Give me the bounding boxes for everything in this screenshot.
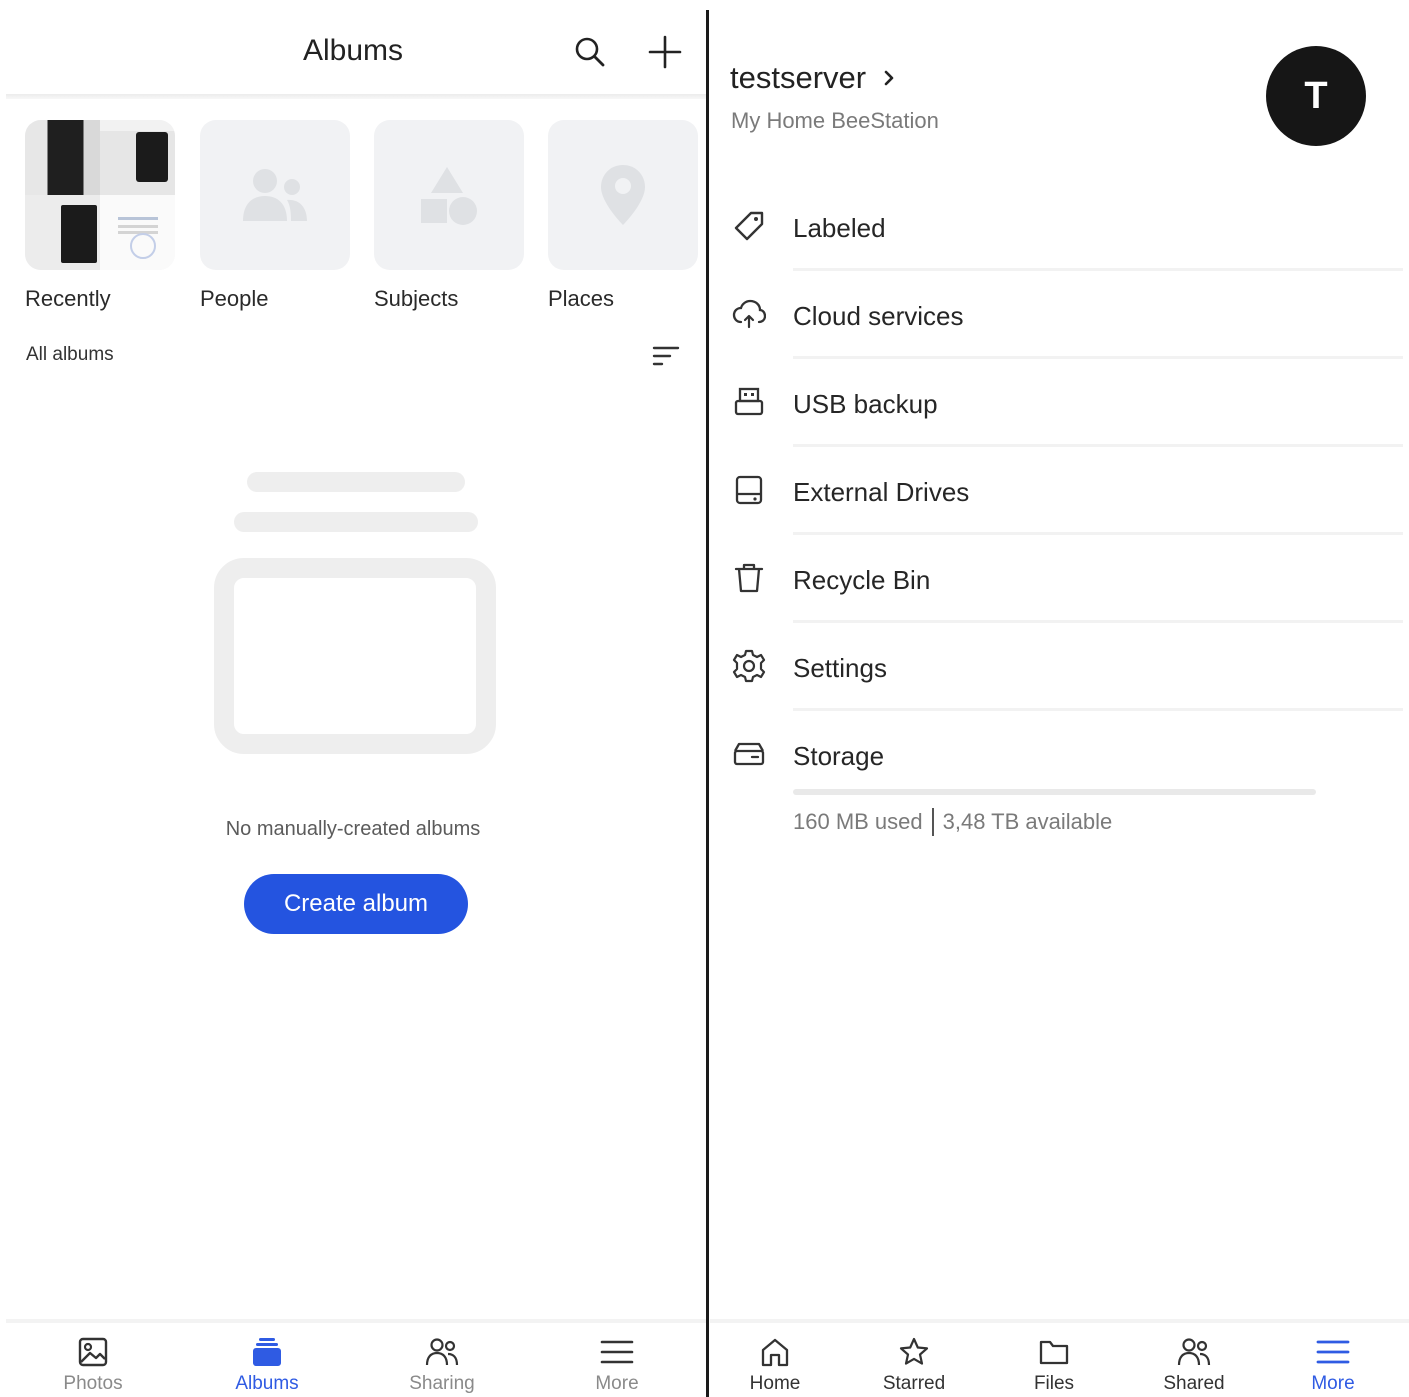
subjects-thumbnail [374, 120, 524, 270]
nav-albums[interactable]: Albums [207, 1335, 327, 1395]
nav-files[interactable]: Files [994, 1335, 1114, 1395]
cloud-sync-icon [732, 299, 766, 329]
recently-thumbnail [25, 120, 175, 270]
all-albums-heading: All albums [26, 344, 114, 365]
menu-item-cloud-services[interactable]: Cloud services [710, 271, 1409, 359]
gear-icon [732, 649, 766, 683]
star-icon [899, 1337, 929, 1365]
server-name-link[interactable]: testserver [730, 60, 902, 96]
shapes-icon [421, 167, 477, 225]
sort-button[interactable] [648, 340, 684, 372]
header-divider [6, 94, 706, 99]
nav-label: More [595, 1373, 639, 1394]
tile-subjects[interactable]: Subjects [374, 120, 524, 312]
nav-more[interactable]: More [557, 1335, 677, 1395]
menu-item-labeled[interactable]: Labeled [710, 183, 1409, 271]
storage-separator [931, 808, 934, 836]
nav-label: Photos [63, 1373, 123, 1394]
chevron-right-icon [882, 68, 902, 88]
nav-sharing[interactable]: Sharing [382, 1335, 502, 1395]
tile-label: Places [548, 286, 615, 311]
menu-label: Storage [793, 741, 885, 771]
menu-icon [600, 1340, 634, 1364]
tile-label: Subjects [374, 286, 459, 311]
empty-state-text: No manually-created albums [225, 818, 481, 840]
bottom-nav: Photos Albums Sharing More [6, 1319, 706, 1397]
nav-shared[interactable]: Shared [1134, 1335, 1254, 1395]
tile-people[interactable]: People [200, 120, 350, 312]
plus-icon [648, 35, 682, 69]
menu-label: Cloud services [793, 301, 964, 331]
smart-albums-row: Recently People Subjects Places [0, 120, 706, 320]
home-icon [761, 1338, 789, 1367]
menu-item-external-drives[interactable]: External Drives [710, 447, 1409, 535]
tile-label: Recently [25, 286, 111, 311]
create-album-button[interactable]: Create album [244, 874, 468, 934]
add-button[interactable] [643, 30, 687, 74]
menu-item-usb-backup[interactable]: USB backup [710, 359, 1409, 447]
people-icon [243, 169, 307, 221]
nav-photos[interactable]: Photos [33, 1335, 153, 1395]
menu-label: Settings [793, 653, 887, 683]
places-thumbnail [548, 120, 698, 270]
tile-places[interactable]: Places [548, 120, 698, 312]
menu-label: Labeled [793, 213, 886, 243]
empty-albums-illustration [214, 470, 498, 756]
albums-header: Albums [0, 0, 706, 96]
tag-icon [734, 211, 764, 241]
tile-recently[interactable]: Recently [25, 120, 175, 312]
nav-label: Shared [1163, 1373, 1225, 1394]
more-panel: testserver My Home BeeStation T Labeled [710, 0, 1409, 1397]
avatar[interactable]: T [1266, 46, 1366, 146]
search-icon [575, 37, 605, 67]
sort-icon [652, 346, 680, 366]
server-name: testserver [730, 60, 867, 95]
nav-label: Files [1033, 1373, 1075, 1394]
menu-label: External Drives [793, 477, 970, 507]
menu-item-storage[interactable]: Storage [710, 711, 1409, 799]
photo-icon [78, 1337, 108, 1367]
nav-label: Sharing [409, 1373, 475, 1394]
trash-icon [734, 563, 764, 593]
usb-icon [734, 387, 764, 416]
bottom-nav: Home Starred Files Shared More [710, 1319, 1409, 1397]
nav-label: Home [749, 1373, 801, 1394]
people-icon [425, 1338, 459, 1366]
storage-used: 160 MB used [793, 809, 923, 834]
menu-icon [1316, 1340, 1350, 1364]
menu-item-settings[interactable]: Settings [710, 623, 1409, 711]
panel-divider [706, 10, 709, 1397]
menu-label: Recycle Bin [793, 565, 931, 595]
nav-label: Starred [882, 1373, 946, 1394]
nav-home[interactable]: Home [715, 1335, 835, 1395]
storage-available: 3,48 TB available [942, 809, 1113, 834]
folder-icon [1039, 1340, 1069, 1365]
location-pin-icon [601, 165, 645, 225]
people-thumbnail [200, 120, 350, 270]
nav-label: Albums [235, 1373, 299, 1394]
albums-panel: Albums Recently People Subjects Places A… [0, 0, 706, 1397]
tile-label: People [200, 286, 269, 311]
storage-icon [733, 742, 765, 766]
server-subtitle: My Home BeeStation [731, 108, 939, 133]
drive-icon [735, 475, 763, 505]
nav-more[interactable]: More [1273, 1335, 1393, 1395]
menu-item-recycle-bin[interactable]: Recycle Bin [710, 535, 1409, 623]
people-icon [1177, 1338, 1211, 1366]
more-menu: Labeled Cloud services USB backup Extern… [710, 183, 1409, 799]
nav-starred[interactable]: Starred [854, 1335, 974, 1395]
storage-progress-bar [793, 789, 1316, 795]
nav-label: More [1311, 1373, 1355, 1394]
albums-icon [253, 1338, 281, 1366]
storage-summary: 160 MB used 3,48 TB available [793, 808, 1112, 836]
menu-label: USB backup [793, 389, 938, 419]
search-button[interactable] [568, 30, 612, 74]
